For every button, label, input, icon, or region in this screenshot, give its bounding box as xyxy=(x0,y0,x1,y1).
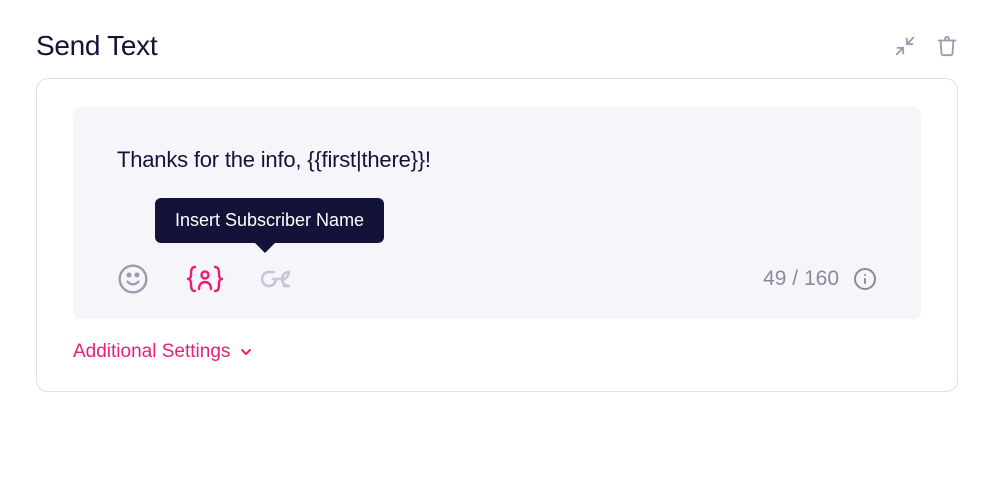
chevron-down-icon xyxy=(238,344,254,360)
toolbar-left: Insert Subscriber Name xyxy=(117,263,297,295)
header-actions xyxy=(894,35,958,57)
trash-icon[interactable] xyxy=(936,35,958,57)
panel-header: Send Text xyxy=(36,30,958,62)
page-title: Send Text xyxy=(36,30,157,62)
send-text-card: Thanks for the info, {{first|there}}! In… xyxy=(36,78,958,392)
char-count: 49 / 160 xyxy=(763,267,839,291)
editor-toolbar: Insert Subscriber Name xyxy=(117,263,877,295)
collapse-icon[interactable] xyxy=(894,35,916,57)
additional-settings-label: Additional Settings xyxy=(73,341,230,363)
message-text[interactable]: Thanks for the info, {{first|there}}! xyxy=(117,147,877,173)
info-icon[interactable] xyxy=(853,267,877,291)
variable-tooltip: Insert Subscriber Name xyxy=(155,198,384,243)
insert-variable-icon[interactable] xyxy=(185,263,225,295)
link-icon[interactable] xyxy=(261,265,297,293)
toolbar-right: 49 / 160 xyxy=(763,267,877,291)
emoji-icon[interactable] xyxy=(117,263,149,295)
message-editor[interactable]: Thanks for the info, {{first|there}}! In… xyxy=(73,107,921,319)
additional-settings-toggle[interactable]: Additional Settings xyxy=(73,341,254,363)
